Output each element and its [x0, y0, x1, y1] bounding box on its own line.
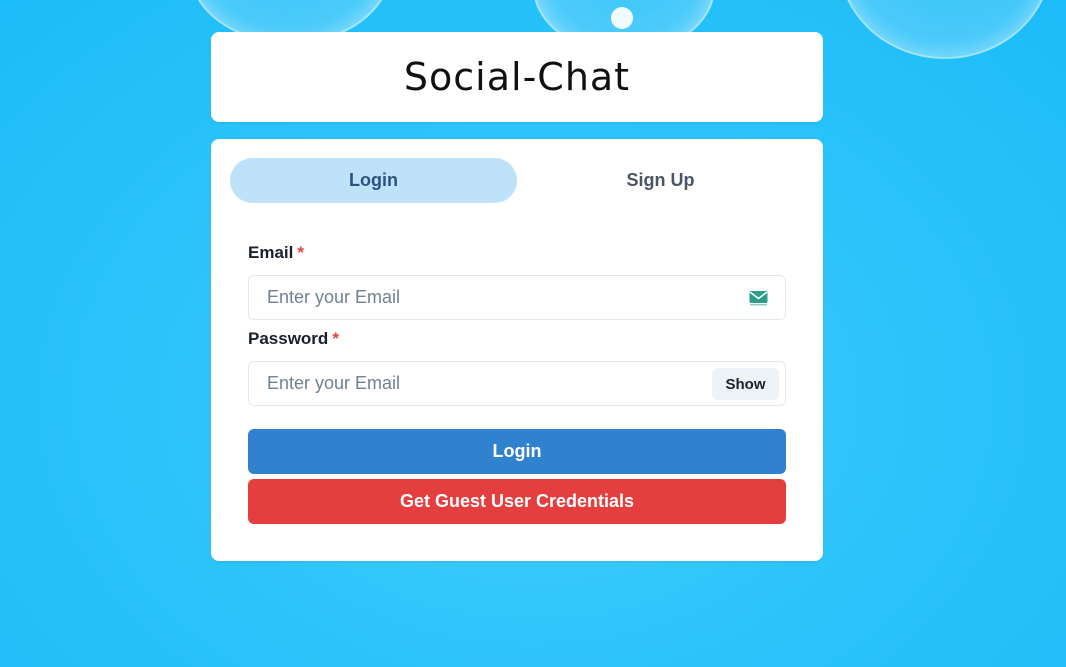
required-mark: * — [297, 243, 304, 262]
background-bubble — [838, 0, 1052, 59]
mail-icon — [749, 291, 768, 306]
password-input[interactable] — [249, 362, 785, 405]
tab-login[interactable]: Login — [230, 158, 517, 203]
password-label: Password * — [248, 329, 339, 349]
required-mark: * — [332, 329, 339, 348]
show-password-button[interactable]: Show — [712, 368, 779, 400]
email-label-text: Email — [248, 243, 294, 262]
app-header: Social-Chat — [211, 32, 823, 122]
background-bubble-dot — [611, 7, 633, 29]
password-label-text: Password — [248, 329, 329, 348]
auth-tabs: Login Sign Up — [230, 158, 804, 203]
guest-credentials-button[interactable]: Get Guest User Credentials — [248, 479, 786, 524]
email-input[interactable] — [249, 276, 785, 319]
auth-card: Login Sign Up Email* Password* Show Logi… — [211, 139, 823, 561]
login-button[interactable]: Login — [248, 429, 786, 474]
app-title: Social-Chat — [403, 55, 631, 99]
password-input-group: Show — [248, 361, 786, 406]
tab-sign-up[interactable]: Sign Up — [517, 158, 804, 203]
email-label: Email * — [248, 243, 304, 263]
email-input-group — [248, 275, 786, 320]
